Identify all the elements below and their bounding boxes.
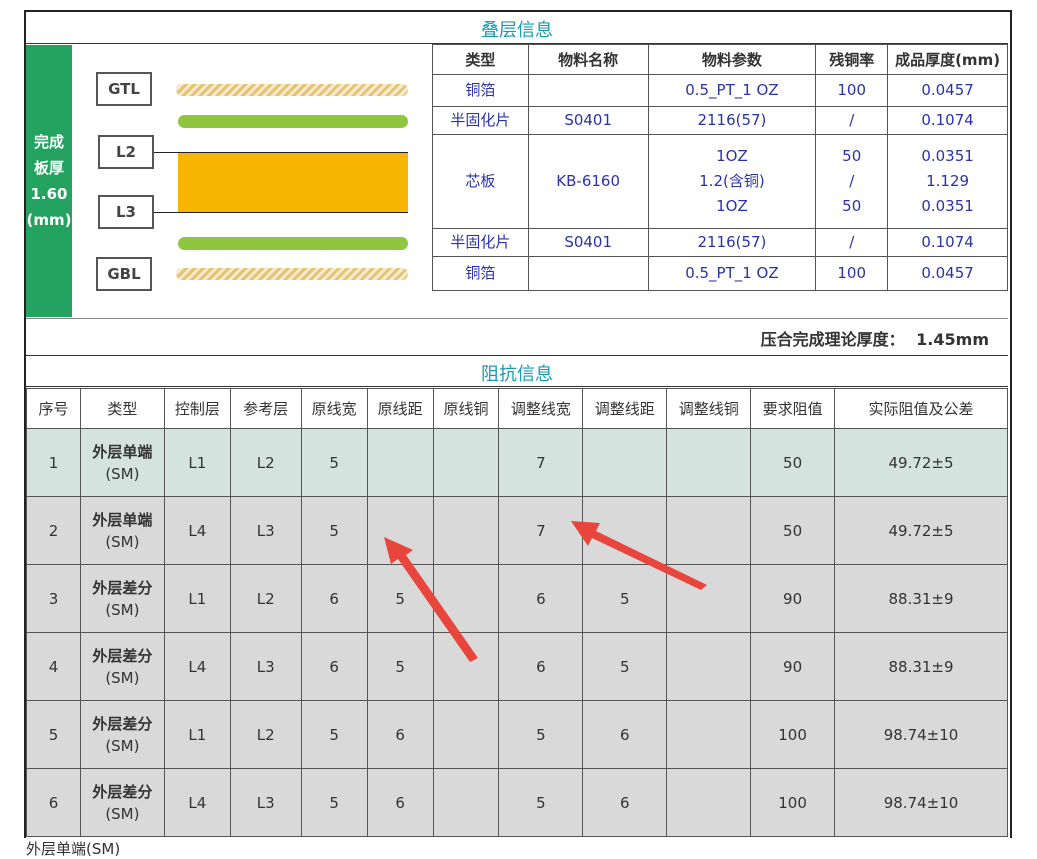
footer-note: 外层单端(SM) [26, 840, 121, 858]
annotation-arrows [384, 521, 707, 662]
red-arrow-right [571, 521, 707, 590]
red-arrow-left [384, 537, 478, 662]
